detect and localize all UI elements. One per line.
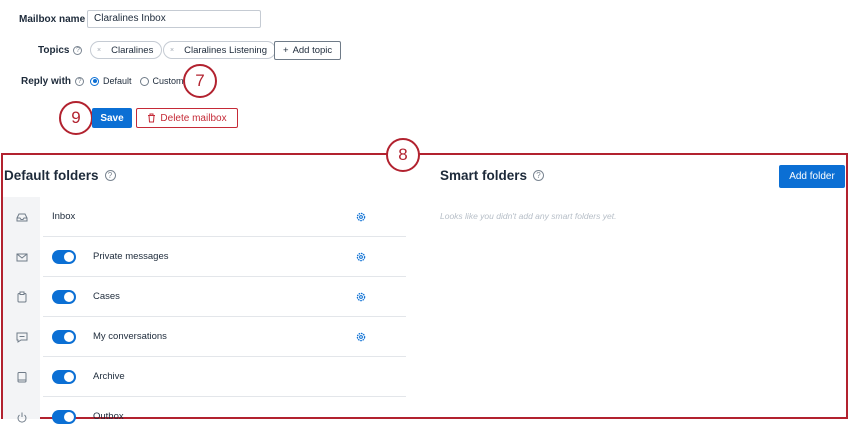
smart-folders-empty-message: Looks like you didn't add any smart fold… — [440, 211, 617, 221]
gear-icon[interactable] — [355, 211, 367, 223]
folder-label: Archive — [93, 371, 125, 382]
annotation-badge-9: 9 — [59, 101, 93, 135]
power-icon — [17, 412, 27, 423]
topic-chip[interactable]: × Claralines — [90, 41, 163, 59]
help-icon[interactable]: ? — [75, 77, 85, 86]
delete-mailbox-button[interactable]: Delete mailbox — [136, 108, 238, 128]
archive-toggle[interactable] — [52, 370, 76, 384]
topic-chip[interactable]: × Claralines Listening — [163, 41, 277, 59]
outbox-toggle[interactable] — [52, 410, 76, 424]
gear-icon[interactable] — [355, 291, 367, 303]
chat-icon — [16, 332, 28, 343]
clipboard-icon — [17, 291, 27, 303]
smart-folders-title: Smart folders ? — [440, 168, 545, 183]
gear-icon[interactable] — [355, 251, 367, 263]
radio-custom[interactable] — [139, 76, 149, 86]
help-icon[interactable]: ? — [533, 170, 545, 181]
folder-row-cases: Cases — [3, 277, 406, 317]
trash-icon — [148, 113, 156, 123]
radio-default[interactable] — [90, 76, 99, 86]
folder-row-private-messages: Private messages — [3, 237, 406, 277]
plus-icon: + — [283, 45, 289, 56]
my-conversations-toggle[interactable] — [52, 330, 76, 344]
annotation-badge-8: 8 — [386, 138, 420, 172]
remove-topic-icon[interactable]: × — [97, 47, 101, 54]
reply-with-label: Reply with ? — [21, 76, 85, 87]
save-button[interactable]: Save — [92, 108, 132, 128]
help-icon[interactable]: ? — [104, 170, 116, 181]
folder-label: My conversations — [93, 331, 167, 342]
help-icon[interactable]: ? — [73, 46, 83, 55]
private-messages-toggle[interactable] — [52, 250, 76, 264]
envelope-icon — [16, 253, 28, 262]
folder-label: Outbox — [93, 411, 124, 422]
cases-toggle[interactable] — [52, 290, 76, 304]
default-folders-title: Default folders ? — [4, 168, 116, 183]
add-folder-button[interactable]: Add folder — [779, 165, 845, 188]
folder-row-my-conversations: My conversations — [3, 317, 406, 357]
topics-label: Topics ? — [38, 45, 83, 56]
book-icon — [17, 372, 27, 383]
folder-label: Cases — [93, 291, 120, 302]
folder-label: Private messages — [93, 251, 169, 262]
mailbox-name-input[interactable]: Claralines Inbox — [87, 10, 261, 28]
add-topic-button[interactable]: + Add topic — [274, 41, 342, 60]
folder-row-archive: Archive — [3, 357, 406, 397]
gear-icon[interactable] — [355, 331, 367, 343]
folder-label: Inbox — [52, 211, 76, 222]
annotation-badge-7: 7 — [183, 64, 217, 98]
mailbox-name-label: Mailbox name — [19, 14, 86, 25]
inbox-icon — [16, 213, 28, 222]
remove-topic-icon[interactable]: × — [170, 47, 174, 54]
folder-row-outbox: Outbox — [3, 397, 406, 425]
folder-row-inbox: Inbox — [3, 197, 406, 237]
reply-with-radio-group: Default Custom — [90, 76, 184, 86]
